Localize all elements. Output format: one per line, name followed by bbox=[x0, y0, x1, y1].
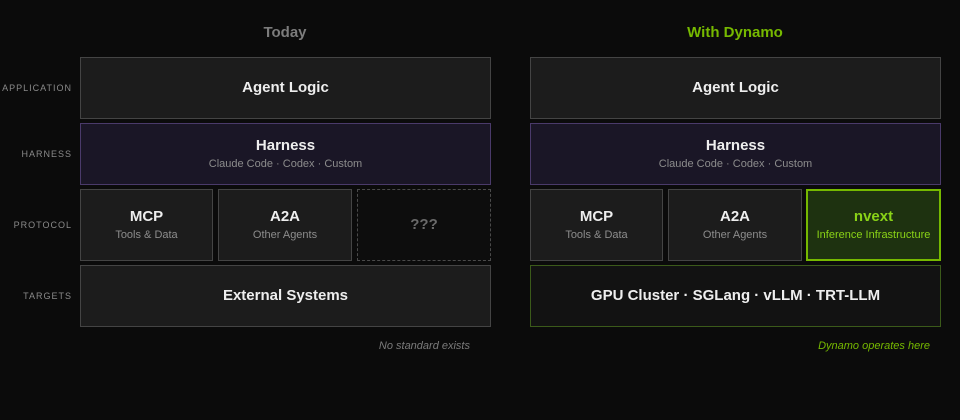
row-label-protocol: PROTOCOL bbox=[13, 220, 72, 230]
box-label: A2A bbox=[269, 208, 300, 225]
box-sublabel: Inference Infrastructure bbox=[816, 229, 931, 241]
box-label: Harness bbox=[705, 137, 766, 154]
today-application-box: Agent Logic bbox=[80, 57, 491, 119]
row-label-targets: TARGETS bbox=[23, 291, 72, 301]
box-label: Agent Logic bbox=[692, 79, 779, 96]
today-protocol-mcp-box: MCP Tools & Data bbox=[80, 189, 213, 261]
today-protocol-unknown-box: ??? bbox=[357, 189, 491, 261]
row-label-application: APPLICATION bbox=[2, 83, 72, 93]
box-label: External Systems bbox=[222, 287, 349, 304]
dynamo-note: Dynamo operates here bbox=[818, 340, 930, 352]
box-label: Harness bbox=[255, 137, 316, 154]
box-label: GPU Cluster · SGLang · vLLM · TRT-LLM bbox=[590, 287, 881, 304]
box-sublabel: Other Agents bbox=[252, 229, 318, 241]
row-label-harness: HARNESS bbox=[21, 149, 72, 159]
today-note: No standard exists bbox=[378, 340, 470, 352]
box-label: Agent Logic bbox=[242, 79, 329, 96]
dynamo-protocol-a2a-box: A2A Other Agents bbox=[668, 189, 802, 261]
box-label: A2A bbox=[719, 208, 750, 225]
box-sublabel: Tools & Data bbox=[115, 229, 178, 241]
today-protocol-a2a-box: A2A Other Agents bbox=[218, 189, 352, 261]
today-targets-box: External Systems bbox=[80, 265, 491, 327]
box-label: ??? bbox=[410, 216, 438, 233]
box-label: nvext bbox=[853, 208, 894, 225]
box-label: MCP bbox=[579, 208, 614, 225]
dynamo-protocol-mcp-box: MCP Tools & Data bbox=[530, 189, 663, 261]
dynamo-protocol-nvext-box: nvext Inference Infrastructure bbox=[806, 189, 941, 261]
column-title-with-dynamo: With Dynamo bbox=[687, 24, 783, 41]
column-title-today: Today bbox=[263, 24, 307, 41]
today-harness-box: Harness Claude Code · Codex · Custom bbox=[80, 123, 491, 185]
box-sublabel: Claude Code · Codex · Custom bbox=[658, 158, 813, 170]
box-sublabel: Tools & Data bbox=[565, 229, 628, 241]
box-sublabel: Other Agents bbox=[702, 229, 768, 241]
dynamo-targets-box: GPU Cluster · SGLang · vLLM · TRT-LLM bbox=[530, 265, 941, 327]
dynamo-harness-box: Harness Claude Code · Codex · Custom bbox=[530, 123, 941, 185]
box-label: MCP bbox=[129, 208, 164, 225]
box-sublabel: Claude Code · Codex · Custom bbox=[208, 158, 363, 170]
dynamo-application-box: Agent Logic bbox=[530, 57, 941, 119]
